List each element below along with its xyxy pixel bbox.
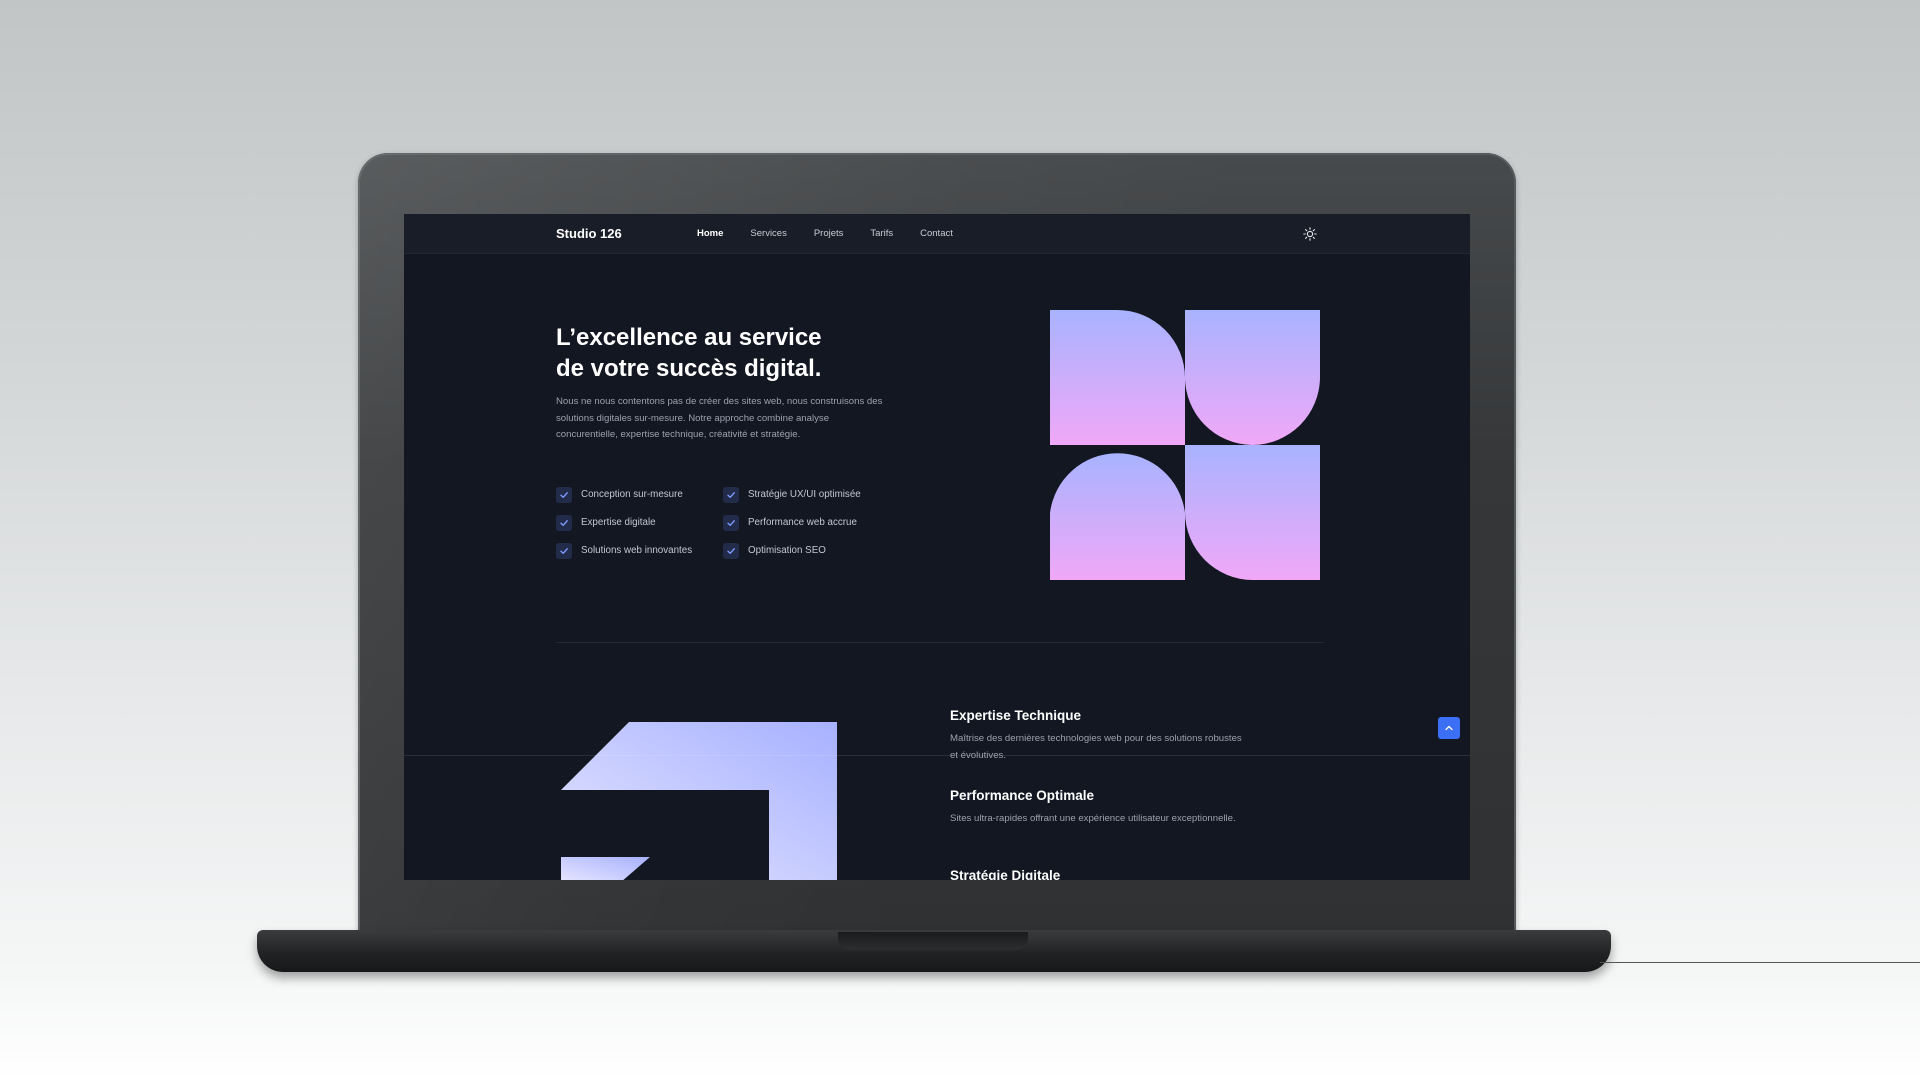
service-description: Sites ultra-rapides offrant une expérien… <box>950 813 1236 824</box>
scroll-to-top-button[interactable] <box>1438 717 1460 739</box>
feature-item: Expertise digitale <box>556 514 723 531</box>
service-title: Stratégie Digitale <box>950 868 1061 880</box>
nav-link-home[interactable]: Home <box>697 228 723 239</box>
check-icon <box>556 514 572 531</box>
feature-item: Solutions web innovantes <box>556 542 723 559</box>
feature-item: Optimisation SEO <box>723 542 903 559</box>
nav-link-contact[interactable]: Contact <box>920 228 953 239</box>
check-icon <box>723 542 739 559</box>
nav-link-projets[interactable]: Projets <box>814 228 844 239</box>
service-item: Performance Optimale Sites ultra-rapides… <box>950 788 1250 828</box>
feature-label: Optimisation SEO <box>748 545 826 556</box>
feature-label: Expertise digitale <box>581 517 656 528</box>
feature-label: Stratégie UX/UI optimisée <box>748 489 861 500</box>
quarter-round-top-left <box>1050 310 1185 445</box>
feature-label: Conception sur-mesure <box>581 489 683 500</box>
hero-title-line-2: de votre succès digital. <box>556 355 822 382</box>
arch-bottom-left <box>1050 453 1185 580</box>
brand-logo[interactable]: Studio 126 <box>556 226 622 241</box>
service-item: Stratégie Digitale <box>950 868 1250 880</box>
check-icon <box>723 514 739 531</box>
nav-link-tarifs[interactable]: Tarifs <box>870 228 893 239</box>
service-item: Expertise Technique Maîtrise des dernièr… <box>950 708 1250 764</box>
hero-title-line-1: L’excellence au service <box>556 324 822 351</box>
check-icon <box>556 542 572 559</box>
desk-edge <box>1600 962 1920 963</box>
hero-title: L’excellence au service de votre succès … <box>556 322 956 384</box>
arrow-shape-small <box>561 857 650 880</box>
theme-toggle-button[interactable] <box>1302 226 1318 242</box>
feature-item: Performance web accrue <box>723 514 903 531</box>
chevron-up-icon <box>1445 725 1453 731</box>
hero-description: Nous ne nous contentons pas de créer des… <box>556 396 883 440</box>
feature-list: Conception sur-mesure Stratégie UX/UI op… <box>556 486 916 559</box>
feature-item: Stratégie UX/UI optimisée <box>723 486 903 503</box>
half-round-top-right <box>1185 310 1320 445</box>
sun-icon <box>1303 227 1317 241</box>
feature-label: Performance web accrue <box>748 517 857 528</box>
arrow-shape <box>561 722 837 880</box>
overlay-line <box>404 755 1470 756</box>
check-icon <box>556 486 572 503</box>
section-divider <box>556 642 1324 643</box>
check-icon <box>723 486 739 503</box>
nav-links: Home Services Projets Tarifs Contact <box>697 228 980 239</box>
hero-geometric-illustration <box>1050 310 1320 580</box>
service-title: Expertise Technique <box>950 708 1082 723</box>
feature-label: Solutions web innovantes <box>581 545 693 556</box>
quarter-round-bottom-right <box>1185 445 1320 580</box>
service-title: Performance Optimale <box>950 788 1095 803</box>
laptop-screen: Studio 126 Home Services Projets Tarifs … <box>404 214 1470 880</box>
service-description: Maîtrise des dernières technologies web … <box>950 733 1242 761</box>
feature-item: Conception sur-mesure <box>556 486 723 503</box>
laptop-notch <box>838 932 1028 950</box>
nav-link-services[interactable]: Services <box>750 228 786 239</box>
navbar: Studio 126 Home Services Projets Tarifs … <box>404 214 1470 254</box>
angular-illustration <box>561 722 837 880</box>
